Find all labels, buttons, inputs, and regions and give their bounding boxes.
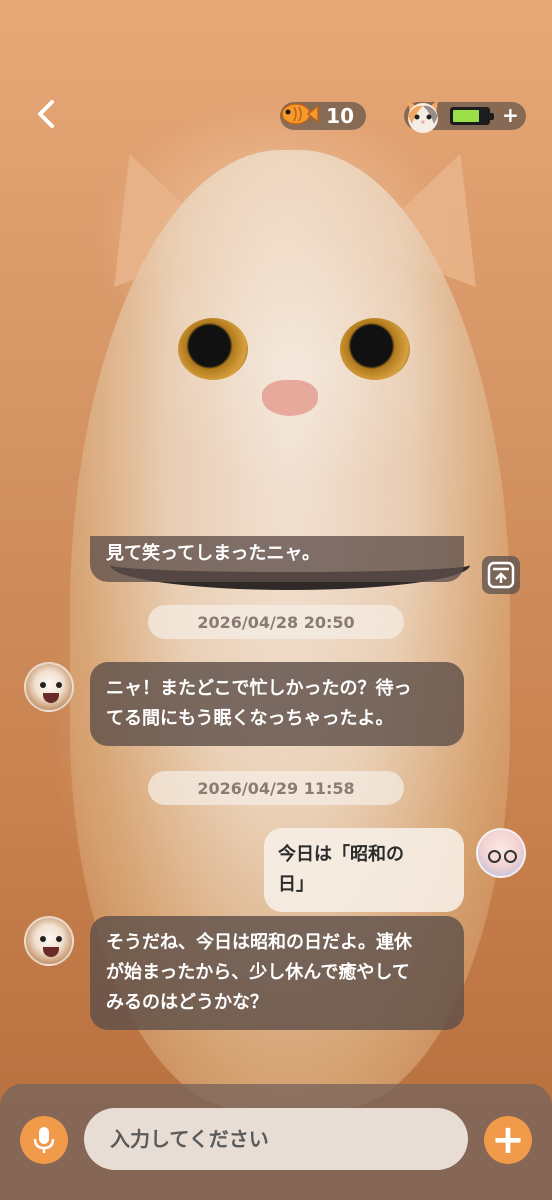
cat-eye-right: [340, 318, 410, 380]
message-bubble-cat: 見て笑ってしまったニャ。: [90, 536, 464, 582]
cat-avatar[interactable]: [24, 662, 74, 712]
message-text: 見て笑ってしまったニャ。: [106, 543, 321, 564]
fish-count: 10: [326, 104, 354, 128]
battery-icon: [450, 107, 494, 125]
message-text: てる間にもう眠くなっちゃったよ。: [106, 708, 394, 729]
add-energy-button[interactable]: +: [502, 103, 519, 127]
message-input[interactable]: [84, 1108, 468, 1170]
timestamp: 2026/04/29 11:58: [148, 771, 404, 805]
top-bar: 10 +: [0, 0, 552, 160]
user-avatar[interactable]: [476, 828, 526, 878]
message-text: 今日は「昭和の: [278, 844, 404, 865]
cat-avatar[interactable]: [24, 916, 74, 966]
fish-currency-counter[interactable]: 10: [280, 102, 366, 130]
back-button[interactable]: [28, 96, 64, 132]
message-bubble-cat: そうだね、今日は昭和の日だよ。連休 が始まったから、少し休んで癒やして みるのは…: [90, 916, 464, 1030]
upload-button[interactable]: [482, 556, 520, 594]
energy-status[interactable]: +: [404, 100, 526, 133]
message-text: が始まったから、少し休んで癒やして: [106, 962, 410, 983]
cat-head-icon: [408, 100, 438, 133]
message-bubble-user: 今日は「昭和の 日」: [264, 828, 464, 912]
microphone-icon: [33, 1127, 55, 1153]
add-attachment-button[interactable]: +: [484, 1116, 532, 1164]
chevron-left-icon: [38, 100, 54, 128]
cat-nose: [262, 380, 318, 416]
input-bar: +: [0, 1084, 552, 1200]
voice-input-button[interactable]: [20, 1116, 68, 1164]
plus-icon: +: [491, 1117, 525, 1163]
battery-level: [453, 110, 479, 122]
message-text: 日」: [278, 874, 314, 895]
upload-icon: [487, 561, 515, 589]
message-text: ニャ！またどこで忙しかったの？待っ: [106, 678, 412, 699]
message-text: みるのはどうかな？: [106, 992, 268, 1013]
fish-icon: [281, 103, 319, 125]
message-bubble-cat: ニャ！またどこで忙しかったの？待っ てる間にもう眠くなっちゃったよ。: [90, 662, 464, 746]
cat-eye-left: [178, 318, 248, 380]
message-text: そうだね、今日は昭和の日だよ。連休: [106, 932, 412, 953]
timestamp: 2026/04/28 20:50: [148, 605, 404, 639]
